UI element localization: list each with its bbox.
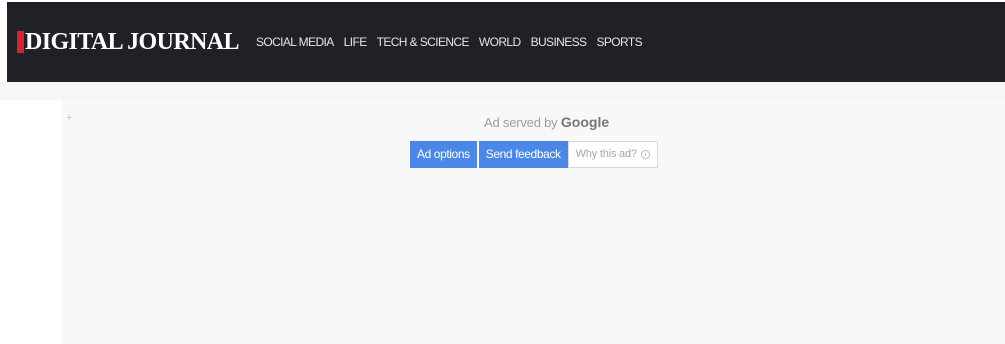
- nav-item-life[interactable]: LIFE: [344, 35, 368, 49]
- nav-item-world[interactable]: WORLD: [479, 35, 521, 49]
- ad-corner-marker: +: [66, 112, 73, 124]
- logo-text: DIGITAL JOURNAL: [25, 29, 240, 55]
- ad-served-by-text: Ad served by: [484, 115, 558, 130]
- nav-item-social-media[interactable]: SOCIAL MEDIA: [256, 35, 334, 49]
- nav-item-tech-science[interactable]: TECH & SCIENCE: [377, 35, 470, 49]
- site-logo[interactable]: DIGITAL JOURNAL: [17, 2, 240, 82]
- send-feedback-button[interactable]: Send feedback: [478, 141, 568, 168]
- nav-item-business[interactable]: BUSINESS: [531, 35, 587, 49]
- header-subband: [0, 82, 1005, 100]
- ad-controls: Ad options Send feedback Why this ad?: [410, 141, 658, 168]
- nav-item-sports[interactable]: SPORTS: [596, 35, 642, 49]
- ad-options-button[interactable]: Ad options: [410, 141, 477, 168]
- ad-served-by: Ad served by Google: [484, 114, 609, 130]
- main-nav: SOCIAL MEDIA LIFE TECH & SCIENCE WORLD B…: [256, 35, 652, 49]
- why-this-ad-button[interactable]: Why this ad?: [567, 141, 658, 168]
- info-icon: [640, 150, 650, 159]
- why-this-ad-label: Why this ad?: [575, 148, 637, 160]
- site-header: DIGITAL JOURNAL SOCIAL MEDIA LIFE TECH &…: [7, 2, 1005, 82]
- logo-mark: [17, 31, 24, 53]
- google-wordmark: Google: [560, 114, 610, 130]
- ad-container: + Ad served by Google Ad options Send fe…: [62, 100, 1005, 344]
